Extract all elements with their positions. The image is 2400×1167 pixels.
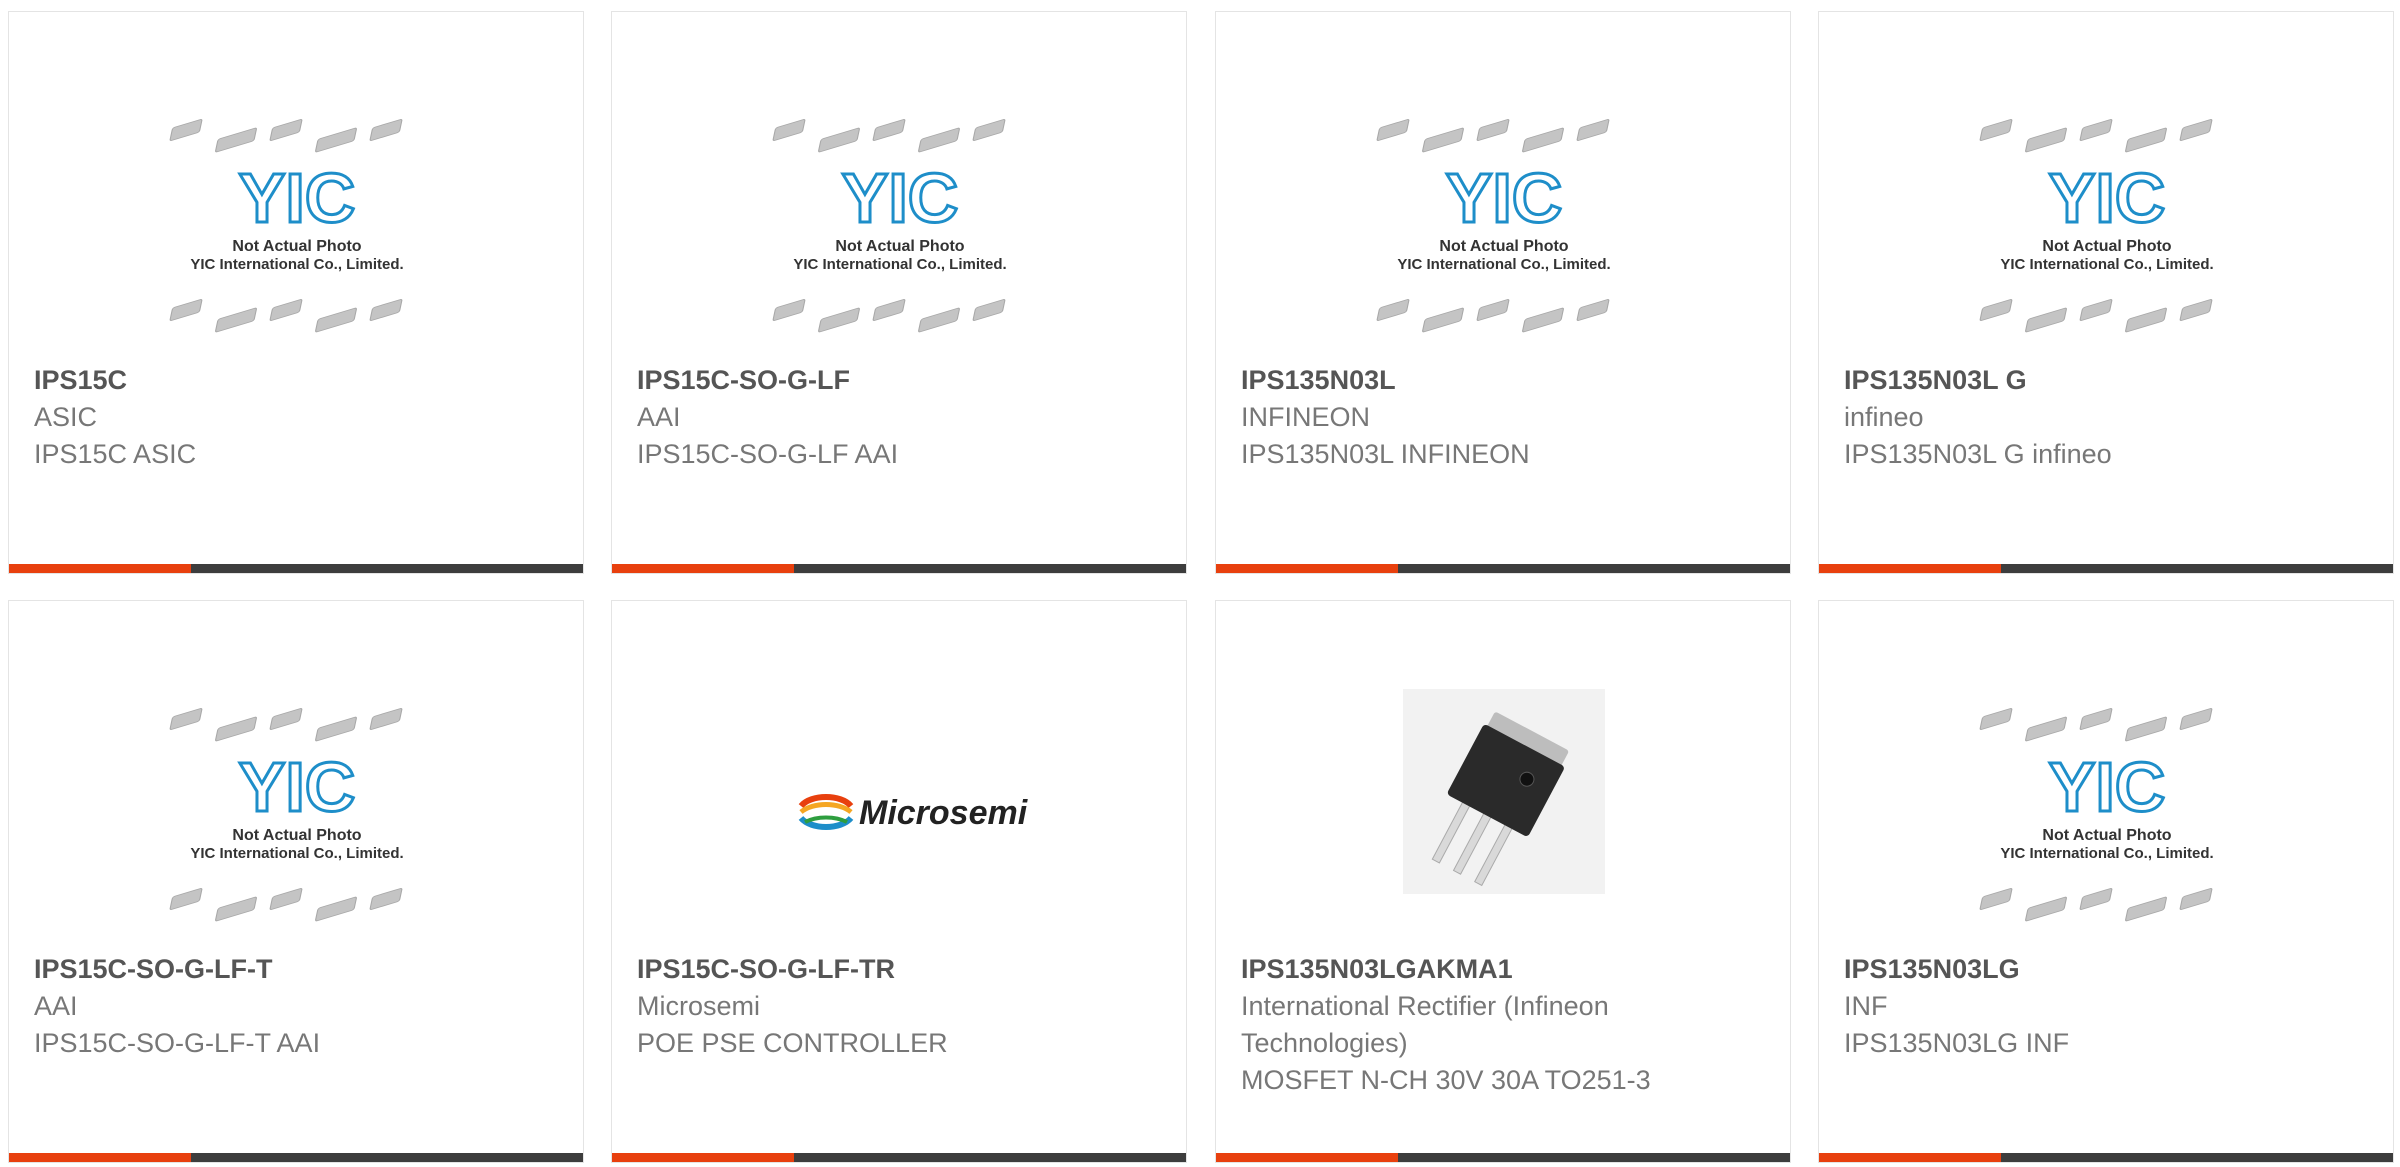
package-chips-top bbox=[1979, 119, 2213, 153]
product-description: IPS15C-SO-G-LF AAI bbox=[637, 439, 899, 469]
placeholder-line1: Not Actual Photo bbox=[2042, 238, 2171, 255]
microsemi-logo: Microsemi bbox=[798, 794, 1029, 832]
card-footer-bar bbox=[9, 564, 583, 573]
part-number[interactable]: IPS135N03LG bbox=[1844, 951, 2274, 988]
product-image[interactable]: Microsemi bbox=[769, 689, 1031, 935]
manufacturer: AAI bbox=[637, 402, 681, 432]
placeholder-line1: Not Actual Photo bbox=[232, 238, 361, 255]
product-card[interactable]: YIC Not Actual Photo YIC International C… bbox=[1818, 600, 2394, 1163]
package-chips-bottom bbox=[1376, 299, 1610, 333]
product-description: IPS135N03L G infineo bbox=[1844, 439, 2112, 469]
package-chips-top bbox=[169, 119, 403, 153]
manufacturer: AAI bbox=[34, 991, 78, 1021]
product-card[interactable]: IPS135N03LGAKMA1 International Rectifier… bbox=[1215, 600, 1791, 1163]
placeholder-line1: Not Actual Photo bbox=[1439, 238, 1568, 255]
manufacturer: International Rectifier (Infineon Techno… bbox=[1241, 991, 1609, 1058]
manufacturer: INFINEON bbox=[1241, 402, 1371, 432]
placeholder-line1: Not Actual Photo bbox=[232, 827, 361, 844]
part-number[interactable]: IPS135N03LGAKMA1 bbox=[1241, 951, 1671, 988]
package-chips-top bbox=[1376, 119, 1610, 153]
yic-logo-text: YIC bbox=[239, 159, 356, 237]
card-accent-bar bbox=[9, 1153, 191, 1162]
package-chips-top bbox=[1979, 708, 2213, 742]
manufacturer: INF bbox=[1844, 991, 1888, 1021]
card-accent-bar bbox=[612, 1153, 794, 1162]
card-accent-bar bbox=[1216, 564, 1398, 573]
yic-logo-mark: YIC bbox=[237, 158, 357, 239]
product-image[interactable]: YIC Not Actual Photo YIC International C… bbox=[166, 100, 428, 346]
product-image[interactable]: YIC Not Actual Photo YIC International C… bbox=[1976, 100, 2238, 346]
placeholder-line2: YIC International Co., Limited. bbox=[793, 256, 1006, 273]
yic-logo-text: YIC bbox=[2049, 159, 2166, 237]
product-card[interactable]: Microsemi IPS15C-SO-G-LF-TR Microsemi PO… bbox=[611, 600, 1187, 1163]
product-image[interactable]: YIC Not Actual Photo YIC International C… bbox=[1976, 689, 2238, 935]
product-card[interactable]: YIC Not Actual Photo YIC International C… bbox=[8, 11, 584, 574]
product-description: IPS135N03LG INF bbox=[1844, 1028, 2070, 1058]
card-footer-bar bbox=[1819, 564, 2393, 573]
product-description: MOSFET N-CH 30V 30A TO251-3 bbox=[1241, 1065, 1651, 1095]
card-accent-bar bbox=[612, 564, 794, 573]
placeholder-line2: YIC International Co., Limited. bbox=[1397, 256, 1610, 273]
package-chips-bottom bbox=[169, 888, 403, 922]
yic-logo-mark: YIC bbox=[840, 158, 960, 239]
card-accent-bar bbox=[1216, 1153, 1398, 1162]
product-card[interactable]: YIC Not Actual Photo YIC International C… bbox=[1818, 11, 2394, 574]
product-description: POE PSE CONTROLLER bbox=[637, 1028, 948, 1058]
package-chips-top bbox=[772, 119, 1006, 153]
product-description: IPS15C ASIC bbox=[34, 439, 197, 469]
package-chips-bottom bbox=[169, 299, 403, 333]
yic-logo-mark: YIC bbox=[2047, 158, 2167, 239]
card-footer-bar bbox=[1819, 1153, 2393, 1162]
product-image[interactable]: YIC Not Actual Photo YIC International C… bbox=[769, 100, 1031, 346]
package-chips-top bbox=[169, 708, 403, 742]
svg-text:Microsemi: Microsemi bbox=[859, 794, 1029, 832]
yic-logo-mark: YIC bbox=[1444, 158, 1564, 239]
product-card[interactable]: YIC Not Actual Photo YIC International C… bbox=[611, 11, 1187, 574]
part-number[interactable]: IPS15C-SO-G-LF-TR bbox=[637, 951, 1067, 988]
product-image[interactable]: YIC Not Actual Photo YIC International C… bbox=[166, 689, 428, 935]
yic-logo-text: YIC bbox=[842, 159, 959, 237]
card-accent-bar bbox=[1819, 564, 2001, 573]
yic-logo-mark: YIC bbox=[237, 747, 357, 828]
yic-logo-text: YIC bbox=[2049, 748, 2166, 826]
product-card[interactable]: YIC Not Actual Photo YIC International C… bbox=[8, 600, 584, 1163]
part-number[interactable]: IPS15C-SO-G-LF bbox=[637, 362, 1067, 399]
placeholder-line2: YIC International Co., Limited. bbox=[190, 256, 403, 273]
manufacturer: ASIC bbox=[34, 402, 98, 432]
part-number[interactable]: IPS135N03L G bbox=[1844, 362, 2274, 399]
package-chips-bottom bbox=[1979, 888, 2213, 922]
placeholder-line2: YIC International Co., Limited. bbox=[2000, 845, 2213, 862]
package-chips-bottom bbox=[772, 299, 1006, 333]
placeholder-line2: YIC International Co., Limited. bbox=[190, 845, 403, 862]
to251-package-photo bbox=[1403, 689, 1605, 894]
card-footer-bar bbox=[612, 1153, 1186, 1162]
yic-logo-text: YIC bbox=[1446, 159, 1563, 237]
yic-logo-mark: YIC bbox=[2047, 747, 2167, 828]
product-description: IPS15C-SO-G-LF-T AAI bbox=[34, 1028, 321, 1058]
placeholder-line1: Not Actual Photo bbox=[835, 238, 964, 255]
product-card[interactable]: YIC Not Actual Photo YIC International C… bbox=[1215, 11, 1791, 574]
card-footer-bar bbox=[1216, 564, 1790, 573]
placeholder-line2: YIC International Co., Limited. bbox=[2000, 256, 2213, 273]
product-description: IPS135N03L INFINEON bbox=[1241, 439, 1530, 469]
part-number[interactable]: IPS15C bbox=[34, 362, 464, 399]
card-footer-bar bbox=[1216, 1153, 1790, 1162]
placeholder-line1: Not Actual Photo bbox=[2042, 827, 2171, 844]
card-accent-bar bbox=[9, 564, 191, 573]
part-number[interactable]: IPS15C-SO-G-LF-T bbox=[34, 951, 464, 988]
product-image[interactable] bbox=[1373, 689, 1635, 935]
manufacturer: Microsemi bbox=[637, 991, 761, 1021]
card-footer-bar bbox=[9, 1153, 583, 1162]
card-accent-bar bbox=[1819, 1153, 2001, 1162]
package-chips-bottom bbox=[1979, 299, 2213, 333]
part-number[interactable]: IPS135N03L bbox=[1241, 362, 1671, 399]
yic-logo-text: YIC bbox=[239, 748, 356, 826]
manufacturer: infineo bbox=[1844, 402, 1924, 432]
card-footer-bar bbox=[612, 564, 1186, 573]
product-image[interactable]: YIC Not Actual Photo YIC International C… bbox=[1373, 100, 1635, 346]
